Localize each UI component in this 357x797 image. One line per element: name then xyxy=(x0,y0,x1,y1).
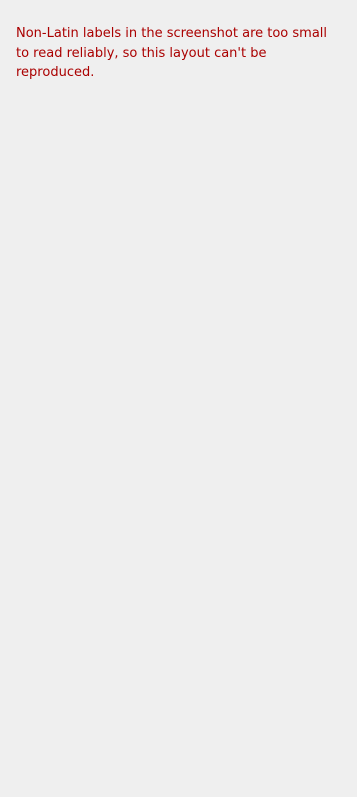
error-message: Non-Latin labels in the screenshot are t… xyxy=(16,26,328,80)
